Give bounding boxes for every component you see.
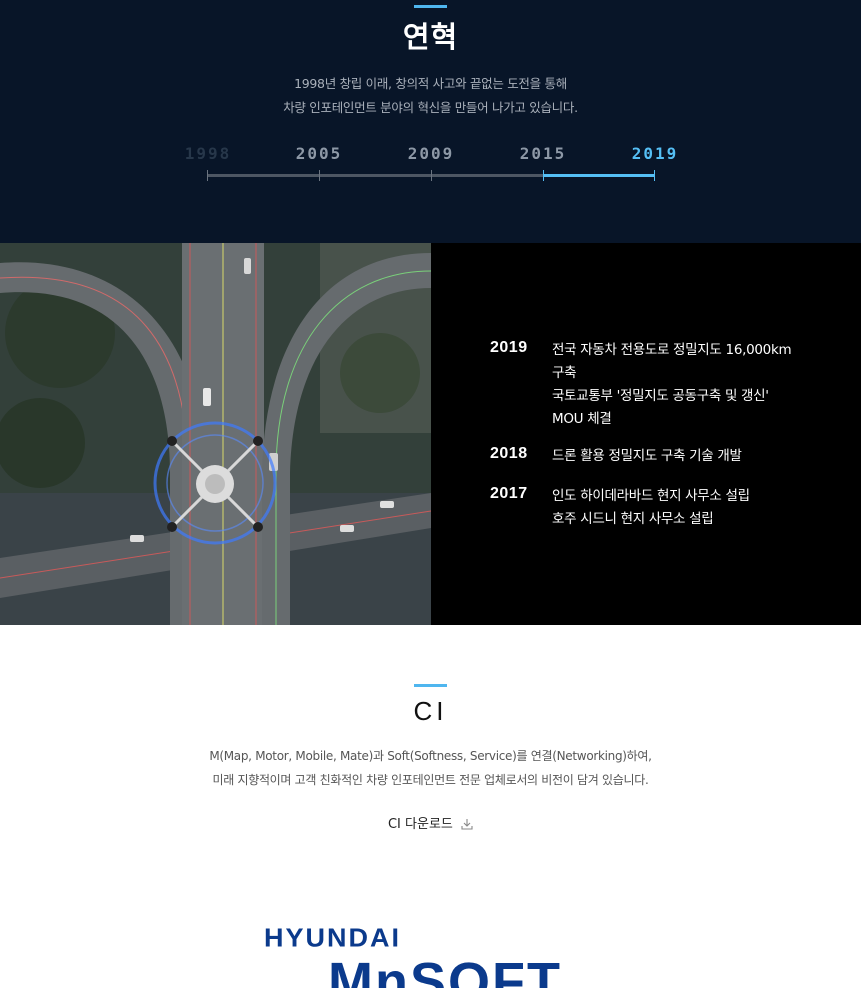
timeline-year-2009[interactable]: 2009 [391,144,471,163]
history-intro-line: 차량 인포테인먼트 분야의 혁신을 만들어 나가고 있습니다. [283,100,578,115]
logo-brand-text: HYUNDAI [264,923,402,953]
event-text: 구축 [552,365,577,381]
logo-product-text: MnSOFT [328,952,562,988]
timeline-year-2015[interactable]: 2015 [503,144,583,163]
event-year: 2019 [490,339,528,356]
timeline-tick [319,170,320,181]
ci-section: CI M(Map, Motor, Mobile, Mate)과 Soft(Sof… [0,625,861,988]
history-event-list: 2019 전국 자동차 전용도로 정밀지도 16,000km 구축 국토교통부 … [431,243,861,625]
event-text: 국토교통부 '정밀지도 공동구축 및 갱신' [552,388,769,404]
timeline-tick [654,170,655,181]
event-text: MOU 체결 [552,411,612,427]
ci-download-label: CI 다운로드 [387,817,453,832]
timeline-tick [543,170,544,181]
ci-download-link[interactable]: CI 다운로드 [388,817,473,832]
ci-title: CI [413,696,448,726]
history-intro-line: 1998년 창립 이래, 창의적 사고와 끝없는 도전을 통해 [294,76,567,91]
history-section: 연혁 1998년 창립 이래, 창의적 사고와 끝없는 도전을 통해 차량 인포… [0,0,861,243]
section-accent-bar [414,684,447,687]
ci-description: M(Map, Motor, Mobile, Mate)과 Soft(Softne… [0,744,861,792]
ci-description-line: 미래 지향적이며 고객 친화적인 차량 인포테인먼트 전문 업체로서의 비전이 … [212,773,649,787]
event-text: 전국 자동차 전용도로 정밀지도 16,000km [552,342,792,358]
ci-description-line: M(Map, Motor, Mobile, Mate)과 Soft(Softne… [209,749,652,763]
timeline-year-2005[interactable]: 2005 [279,144,359,163]
event-text: 드론 활용 정밀지도 구축 기술 개발 [552,448,742,464]
drone-aerial-photo [0,243,431,625]
timeline-progress [543,174,654,177]
section-accent-bar [414,5,447,8]
event-text: 인도 하이데라바드 현지 사무소 설립 [552,488,750,504]
history-title: 연혁 [402,20,459,54]
timeline-year-1998[interactable]: 1998 [168,144,248,163]
download-icon [461,818,473,834]
timeline-tick [207,170,208,181]
history-intro: 1998년 창립 이래, 창의적 사고와 끝없는 도전을 통해 차량 인포테인먼… [0,72,861,120]
timeline-tick [431,170,432,181]
ci-download: CI 다운로드 [0,813,861,834]
event-text: 호주 시드니 현지 사무소 설립 [552,511,714,527]
event-year: 2018 [490,445,528,462]
timeline-year-2019[interactable]: 2019 [615,144,695,163]
year-timeline: 1998 2005 2009 2015 2019 [0,140,861,190]
hyundai-mnsoft-logo: HYUNDAI MnSOFT [264,923,604,988]
event-year: 2017 [490,485,528,502]
